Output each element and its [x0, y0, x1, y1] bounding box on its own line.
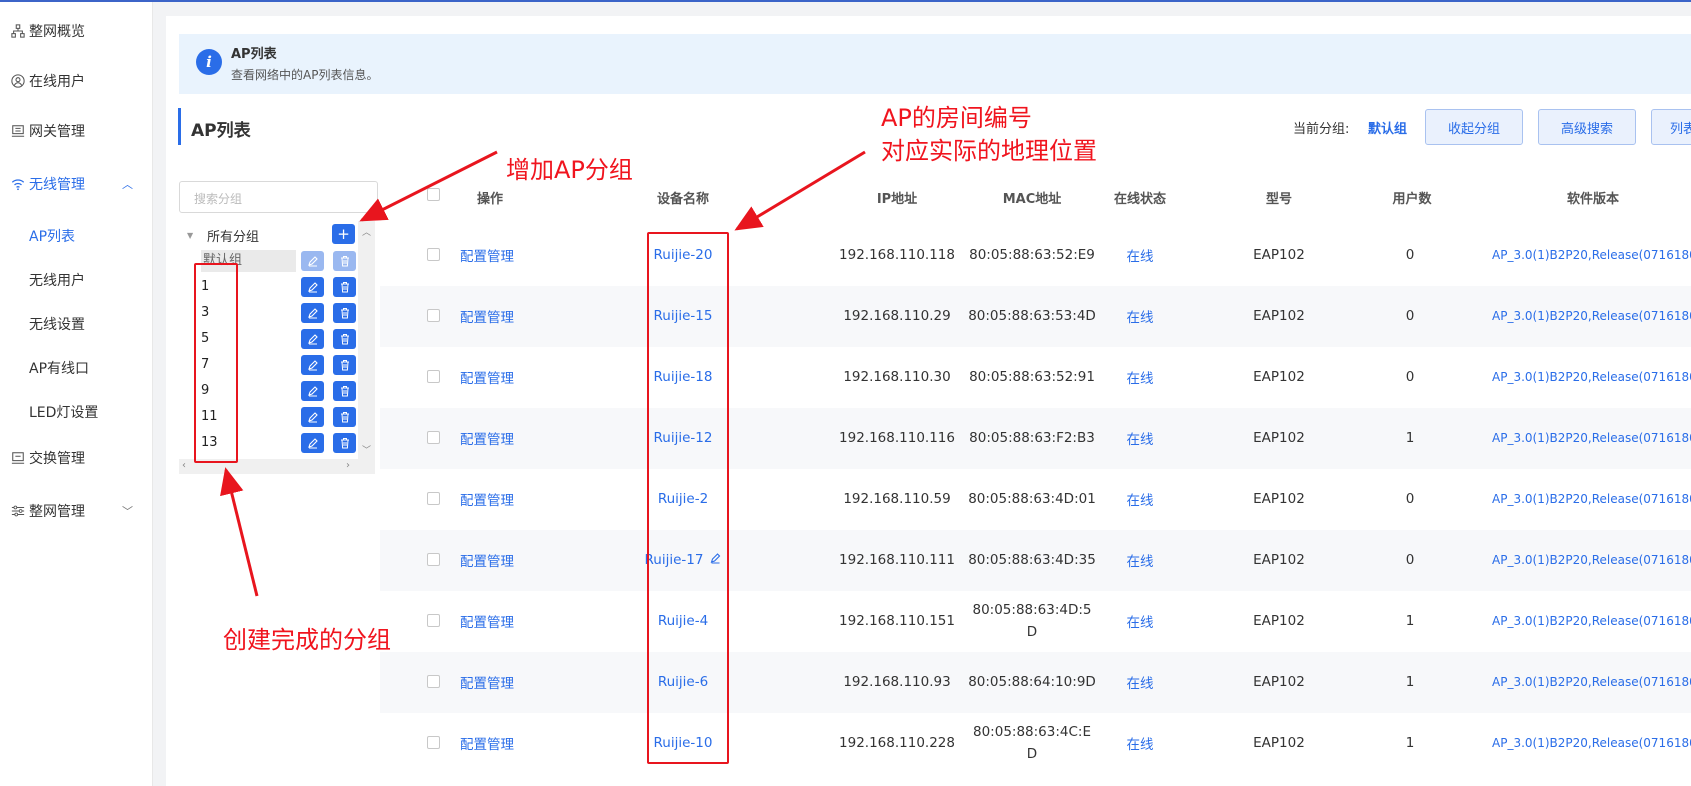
annotation-arrows	[220, 150, 866, 597]
annotation-room-number: AP的房间编号	[881, 104, 1032, 132]
annotation-add-group: 增加AP分组	[506, 156, 633, 184]
annotation-created-groups: 创建完成的分组	[223, 626, 391, 654]
arrow-to-device-names	[734, 150, 866, 231]
arrow-to-created-groups	[220, 467, 259, 597]
annotation-geo-location: 对应实际的地理位置	[881, 137, 1097, 165]
arrow-to-add-group	[359, 150, 498, 222]
